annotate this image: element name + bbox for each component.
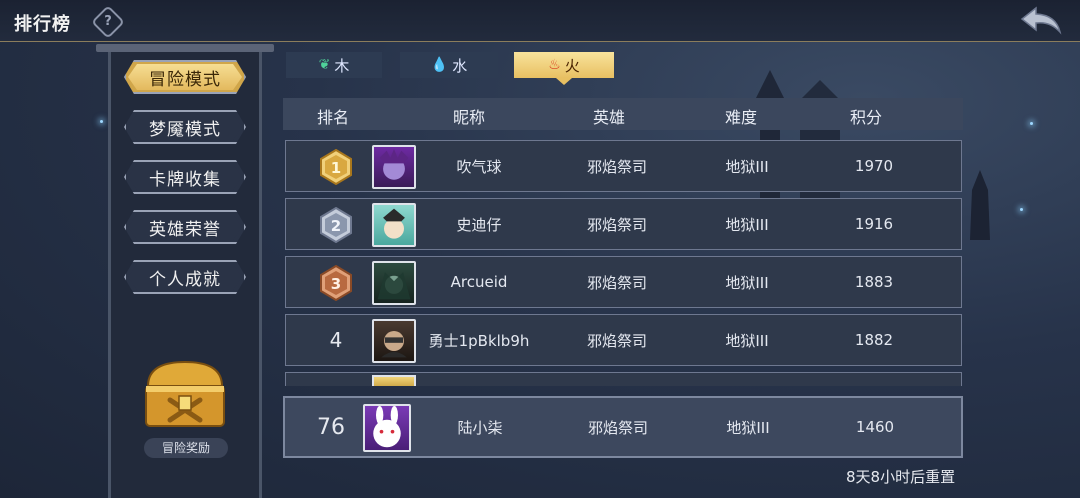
avatar[interactable]	[372, 319, 416, 363]
active-tab-pointer	[556, 78, 572, 85]
sidebar-item-card-collection[interactable]: 卡牌收集	[124, 160, 246, 194]
treasure-chest-icon[interactable]	[140, 356, 230, 432]
table-row[interactable]: 3 Arcueid 邪焰祭司 地狱III 1883	[285, 256, 962, 308]
page-title: 排行榜	[14, 14, 71, 35]
column-header: 昵称	[452, 108, 486, 127]
tab-wood[interactable]: ❦ 木	[286, 52, 382, 78]
rank-number: 76	[317, 414, 345, 440]
bronze-rank-badge-icon: 3	[320, 265, 352, 301]
hero-name: 邪焰祭司	[587, 418, 649, 437]
sidebar-item-label: 英雄荣誉	[149, 219, 221, 240]
player-name: 勇士1pBklb9h	[428, 331, 530, 350]
leaf-icon: ❦	[318, 57, 331, 73]
tab-label: 火	[564, 56, 580, 75]
tab-water[interactable]: 💧 水	[400, 52, 498, 78]
difficulty: 地狱III	[725, 215, 769, 234]
sidebar-item-adventure[interactable]: 冒险模式	[124, 60, 246, 94]
self-rank-row[interactable]: 76 陆小柒 邪焰祭司 地狱III 1460	[283, 396, 963, 458]
difficulty: 地狱III	[725, 331, 769, 350]
reset-countdown: 8天8小时后重置	[846, 468, 956, 486]
banner-rod	[96, 44, 274, 52]
hero-name: 邪焰祭司	[586, 273, 648, 292]
player-name: 吹气球	[456, 157, 502, 176]
sidebar-item-nightmare[interactable]: 梦魇模式	[124, 110, 246, 144]
score: 1882	[854, 331, 894, 349]
water-drop-icon: 💧	[430, 57, 449, 73]
sidebar-item-hero-honor[interactable]: 英雄荣誉	[124, 210, 246, 244]
tab-label: 木	[334, 56, 350, 75]
score: 1460	[855, 418, 895, 436]
flame-icon: ♨	[548, 57, 561, 73]
rank-number: 3	[331, 275, 341, 293]
adventure-reward-label[interactable]: 冒险奖励	[144, 438, 228, 458]
player-name: 史迪仔	[456, 215, 502, 234]
score: 1883	[854, 273, 894, 291]
rank-number: 4	[329, 328, 343, 352]
sidebar-item-label: 个人成就	[149, 269, 221, 290]
score: 1916	[854, 215, 894, 233]
table-row-partial[interactable]	[285, 372, 962, 386]
sidebar-item-label: 冒险模式	[149, 69, 221, 90]
avatar	[372, 375, 416, 386]
back-arrow-icon[interactable]	[1020, 6, 1064, 36]
table-header: 排名 昵称 英雄 难度 积分	[283, 98, 963, 130]
rank-number: 1	[331, 159, 341, 177]
player-name: Arcueid	[450, 273, 508, 291]
score: 1970	[854, 157, 894, 175]
sidebar-item-label: 梦魇模式	[149, 119, 221, 140]
gold-rank-badge-icon: 1	[320, 149, 352, 185]
hero-name: 邪焰祭司	[586, 215, 648, 234]
tab-label: 水	[452, 56, 468, 75]
difficulty: 地狱III	[725, 273, 769, 292]
column-header: 排名	[316, 108, 350, 127]
sidebar-item-label: 卡牌收集	[149, 169, 221, 190]
avatar[interactable]	[372, 203, 416, 247]
silver-rank-badge-icon: 2	[320, 207, 352, 243]
column-header: 英雄	[592, 108, 626, 127]
column-header: 积分	[849, 108, 883, 127]
table-row[interactable]: 1 吹气球 邪焰祭司 地狱III 1970	[285, 140, 962, 192]
hero-name: 邪焰祭司	[586, 331, 648, 350]
star-decoration	[1030, 122, 1033, 125]
table-row[interactable]: 2 史迪仔 邪焰祭司 地狱III 1916	[285, 198, 962, 250]
star-decoration	[1020, 208, 1023, 211]
hero-name: 邪焰祭司	[586, 157, 648, 176]
player-name: 陆小柒	[457, 418, 503, 437]
table-row[interactable]: 4 勇士1pBklb9h 邪焰祭司 地狱III 1882	[285, 314, 962, 366]
avatar[interactable]	[372, 145, 416, 189]
top-bar	[0, 0, 1080, 42]
avatar[interactable]	[372, 261, 416, 305]
difficulty: 地狱III	[725, 157, 769, 176]
tab-fire[interactable]: ♨ 火	[514, 52, 614, 78]
column-header: 难度	[724, 108, 758, 127]
difficulty: 地狱III	[726, 418, 770, 437]
sidebar-item-achievements[interactable]: 个人成就	[124, 260, 246, 294]
star-decoration	[100, 120, 103, 123]
avatar[interactable]	[363, 404, 411, 452]
rank-number: 2	[331, 217, 341, 235]
